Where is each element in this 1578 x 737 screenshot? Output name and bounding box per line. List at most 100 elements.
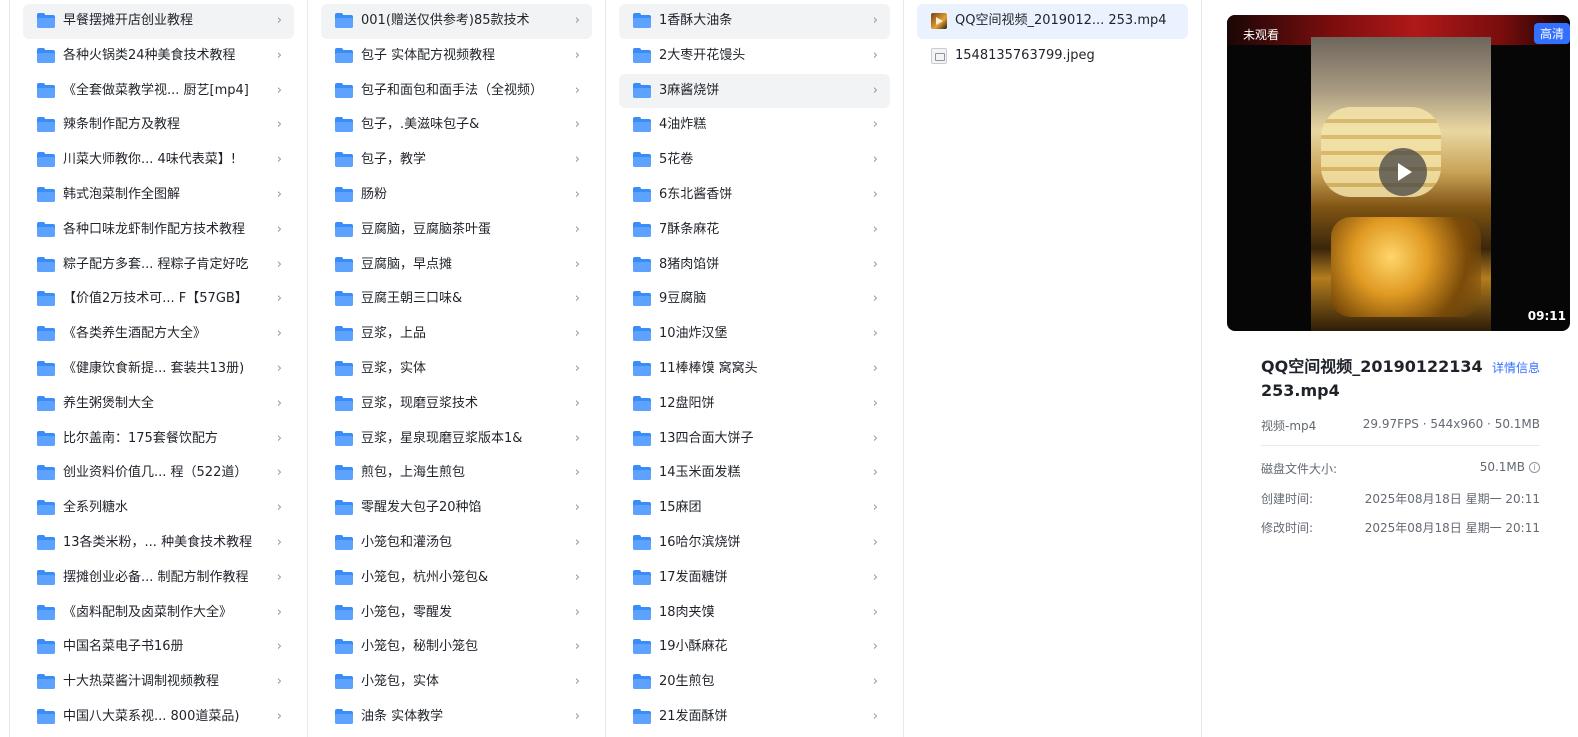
folder-row[interactable]: 13各类米粉，... 种美食技术教程 › [23, 526, 294, 561]
folder-row[interactable]: 小笼包，实体 › [321, 665, 592, 700]
folder-row[interactable]: 11棒棒馍 窝窝头 › [619, 352, 890, 387]
folder-row[interactable]: 7酥条麻花 › [619, 213, 890, 248]
folder-row[interactable]: 8猪肉馅饼 › [619, 248, 890, 283]
folder-icon [335, 221, 353, 237]
folder-row[interactable]: 辣条制作配方及教程 › [23, 108, 294, 143]
folder-icon [335, 47, 353, 63]
folder-icon [335, 430, 353, 446]
folder-row[interactable]: 豆浆，星泉现磨豆浆版本1& › [321, 422, 592, 457]
folder-row[interactable]: 小笼包和灌汤包 › [321, 526, 592, 561]
play-icon[interactable] [1379, 148, 1427, 196]
folder-row[interactable]: 韩式泡菜制作全图解 › [23, 178, 294, 213]
folder-row[interactable]: 18肉夹馍 › [619, 596, 890, 631]
folder-row[interactable]: 《各类养生酒配方大全》 › [23, 317, 294, 352]
folder-row[interactable]: 豆腐王朝三口味& › [321, 282, 592, 317]
folder-row[interactable]: 14玉米面发糕 › [619, 456, 890, 491]
folder-row[interactable]: 各种口味龙虾制作配方技术教程 › [23, 213, 294, 248]
folder-row[interactable]: 包子 实体配方视频教程 › [321, 39, 592, 74]
folder-row[interactable]: 小笼包，零醒发 › [321, 596, 592, 631]
folder-row[interactable]: 19小酥麻花 › [619, 630, 890, 665]
folder-row[interactable]: 17发面糖饼 › [619, 561, 890, 596]
folder-icon [335, 604, 353, 620]
chevron-right-icon: › [276, 674, 282, 690]
folder-row[interactable]: 10油炸汉堡 › [619, 317, 890, 352]
folder-icon [633, 569, 651, 585]
folder-row[interactable]: 创业资料价值几... 程（522道） › [23, 456, 294, 491]
folder-row[interactable]: 零醒发大包子20种馅 › [321, 491, 592, 526]
folder-row[interactable]: 比尔盖南：175套餐饮配方 › [23, 422, 294, 457]
folder-row[interactable]: 小笼包，秘制小笼包 › [321, 630, 592, 665]
folder-row[interactable]: 《健康饮食新提... 套装共13册) › [23, 352, 294, 387]
folder-name: 15麻团 [659, 500, 702, 516]
file-row[interactable]: QQ空间视频_2019012... 253.mp4 [917, 4, 1188, 39]
folder-row[interactable]: 粽子配方多套... 程粽子肯定好吃 › [23, 248, 294, 283]
modified-time-label: 修改时间: [1261, 521, 1314, 535]
folder-row[interactable]: 包子和面包和面手法（全视频） › [321, 74, 592, 109]
folder-row[interactable]: 川菜大师教你... 4味代表菜】! › [23, 143, 294, 178]
folder-row[interactable]: 摆摊创业必备... 制配方制作教程 › [23, 561, 294, 596]
folder-row[interactable]: 中国名菜电子书16册 › [23, 630, 294, 665]
modified-time-value: 2025年08月18日 星期一 20:11 [1364, 521, 1540, 535]
folder-row[interactable]: 16哈尔滨烧饼 › [619, 526, 890, 561]
chevron-right-icon: › [276, 47, 282, 63]
folder-row[interactable]: 001(赠送仅供参考)85款技术 › [321, 4, 592, 39]
chevron-right-icon: › [276, 326, 282, 342]
folder-row[interactable]: 中国八大菜系视... 800道菜品) › [23, 700, 294, 735]
info-icon[interactable]: i [1529, 462, 1540, 473]
folder-row[interactable]: 15麻团 › [619, 491, 890, 526]
file-row[interactable]: 1548135763799.jpeg [917, 39, 1188, 74]
folder-icon [37, 152, 55, 168]
folder-row[interactable]: 十大热菜酱汁调制视频教程 › [23, 665, 294, 700]
folder-row[interactable]: 1香酥大油条 › [619, 4, 890, 39]
folder-row[interactable]: 早餐摆摊开店创业教程 › [23, 4, 294, 39]
folder-row[interactable]: 豆浆，现磨豆浆技术 › [321, 387, 592, 422]
folder-row[interactable]: 小笼包，杭州小笼包& › [321, 561, 592, 596]
folder-row[interactable]: 《全套做菜教学视... 厨艺[mp4] › [23, 74, 294, 109]
folder-row[interactable]: 肠粉 › [321, 178, 592, 213]
chevron-right-icon: › [574, 430, 580, 446]
folder-row[interactable]: 豆腐脑，早点摊 › [321, 248, 592, 283]
folder-icon [633, 326, 651, 342]
folder-row[interactable]: 12盘阳饼 › [619, 387, 890, 422]
chevron-right-icon: › [276, 639, 282, 655]
folder-row[interactable]: 20生煎包 › [619, 665, 890, 700]
folder-row[interactable]: 包子，教学 › [321, 143, 592, 178]
folder-row[interactable]: 4油炸糕 › [619, 108, 890, 143]
chevron-right-icon: › [574, 500, 580, 516]
folder-row[interactable]: 6东北酱香饼 › [619, 178, 890, 213]
folder-row[interactable]: 3麻酱烧饼 › [619, 73, 890, 109]
folder-name: 创业资料价值几... 程（522道） [63, 465, 248, 481]
folder-row[interactable]: 9豆腐脑 › [619, 282, 890, 317]
folder-row[interactable]: 2大枣开花馒头 › [619, 39, 890, 74]
folder-row[interactable]: 豆腐脑，豆腐脑茶叶蛋 › [321, 213, 592, 248]
folder-icon [633, 291, 651, 307]
folder-icon [37, 500, 55, 516]
folder-row[interactable]: 【价值2万技术可... F【57GB】 › [23, 282, 294, 317]
chevron-right-icon: › [574, 674, 580, 690]
folder-icon [335, 326, 353, 342]
chevron-right-icon: › [872, 674, 878, 690]
chevron-right-icon: › [276, 569, 282, 585]
video-thumbnail[interactable]: 未观看 高清 09:11 [1227, 15, 1570, 331]
folder-row[interactable]: 13四合面大饼子 › [619, 422, 890, 457]
folder-icon [37, 326, 55, 342]
folder-row[interactable]: 5花卷 › [619, 143, 890, 178]
folder-name: 包子，.美滋味包子& [361, 117, 480, 133]
folder-row[interactable]: 养生粥煲制大全 › [23, 387, 294, 422]
folder-row[interactable]: 豆浆，上品 › [321, 317, 592, 352]
detail-info-link[interactable]: 详情信息 [1492, 359, 1540, 376]
folder-row[interactable]: 全系列糖水 › [23, 491, 294, 526]
folder-row[interactable]: 油条 实体教学 › [321, 700, 592, 735]
folder-row[interactable]: 各种火锅类24种美食技术教程 › [23, 39, 294, 74]
folder-name: 辣条制作配方及教程 [63, 117, 181, 133]
chevron-right-icon: › [872, 117, 878, 133]
folder-row[interactable]: 煎包，上海生煎包 › [321, 456, 592, 491]
folder-name: 油条 实体教学 [361, 708, 444, 724]
folder-row[interactable]: 21发面酥饼 › [619, 700, 890, 735]
folder-row[interactable]: 豆浆，实体 › [321, 352, 592, 387]
folder-row[interactable]: 包子，.美滋味包子& › [321, 108, 592, 143]
folder-name: 18肉夹馍 [659, 604, 715, 620]
image-file-icon [931, 47, 947, 64]
chevron-right-icon: › [872, 186, 878, 202]
folder-row[interactable]: 《卤料配制及卤菜制作大全》 › [23, 596, 294, 631]
